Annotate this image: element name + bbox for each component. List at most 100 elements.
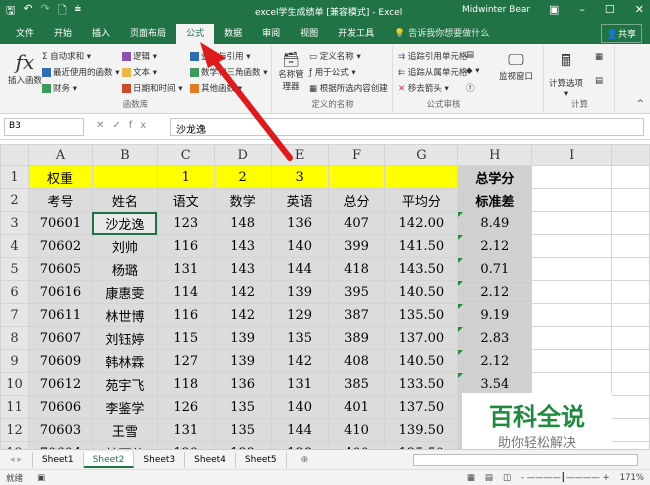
cell[interactable]: 401: [327, 395, 386, 419]
row-header[interactable]: 6: [0, 280, 29, 304]
cell[interactable]: [611, 349, 650, 373]
cell[interactable]: 116: [156, 303, 215, 327]
cell[interactable]: 140: [270, 395, 329, 419]
cell[interactable]: 杨璐: [91, 257, 158, 281]
cell[interactable]: 131: [156, 418, 215, 442]
row-header[interactable]: 3: [0, 211, 29, 235]
row-header[interactable]: 9: [0, 349, 29, 373]
cell[interactable]: [611, 372, 650, 396]
cell[interactable]: 118: [156, 372, 215, 396]
cell[interactable]: 143: [213, 234, 272, 258]
calculate-sheet-icon[interactable]: ▤: [595, 76, 603, 86]
cell[interactable]: [531, 326, 613, 350]
cell[interactable]: 1: [156, 165, 215, 189]
cell[interactable]: 70616: [27, 280, 93, 304]
cell[interactable]: 116: [156, 234, 215, 258]
cell[interactable]: 康惠雯: [91, 280, 158, 304]
tab-view[interactable]: 视图: [290, 24, 328, 44]
autosum-button[interactable]: Σ 自动求和 ▾: [42, 50, 91, 62]
cell[interactable]: [611, 441, 650, 449]
row-header[interactable]: 5: [0, 257, 29, 281]
save-icon[interactable]: 🖫: [6, 2, 15, 21]
cell[interactable]: 135: [270, 326, 329, 350]
cell[interactable]: [611, 257, 650, 281]
zoom-slider[interactable]: - ————┃———— +: [521, 473, 610, 483]
cell[interactable]: [531, 188, 613, 212]
cell[interactable]: 133.50: [384, 372, 459, 396]
cell[interactable]: [611, 280, 650, 304]
cell[interactable]: 143: [213, 257, 272, 281]
use-in-formula-button[interactable]: ƒ 用于公式 ▾: [309, 66, 356, 78]
close-icon[interactable]: ✕: [635, 3, 644, 16]
remove-arrows-button[interactable]: ✕ 移去箭头 ▾: [398, 82, 449, 94]
cell[interactable]: [531, 165, 613, 189]
cell[interactable]: [531, 280, 613, 304]
cell[interactable]: 135: [213, 418, 272, 442]
trace-precedents-button[interactable]: ⇉ 追踪引用单元格: [398, 50, 467, 62]
collapse-ribbon-icon[interactable]: ^: [637, 99, 644, 109]
cell[interactable]: [531, 234, 613, 258]
name-box[interactable]: B3: [4, 118, 84, 136]
page-layout-view-icon[interactable]: ▤: [485, 473, 493, 483]
cell[interactable]: 139: [213, 326, 272, 350]
cell[interactable]: [611, 395, 650, 419]
cell[interactable]: 389: [327, 326, 386, 350]
fx-icon[interactable]: fx: [129, 120, 154, 131]
cell[interactable]: [531, 349, 613, 373]
date-time-button[interactable]: 日期和时间 ▾: [122, 82, 182, 94]
customize-icon[interactable]: ⩧: [75, 2, 81, 21]
cell[interactable]: 70604: [27, 441, 93, 449]
cell[interactable]: 385: [327, 372, 386, 396]
cell[interactable]: 129: [270, 303, 329, 327]
cell[interactable]: [531, 211, 613, 235]
row-header[interactable]: 4: [0, 234, 29, 258]
cell[interactable]: 410: [327, 418, 386, 442]
calculate-now-icon[interactable]: ▦: [595, 52, 603, 62]
tab-formulas[interactable]: 公式: [176, 24, 215, 44]
cell[interactable]: [531, 303, 613, 327]
column-header[interactable]: C: [156, 144, 215, 166]
cell[interactable]: 129: [156, 441, 215, 449]
page-break-view-icon[interactable]: ◫: [503, 473, 511, 483]
cell[interactable]: 143.50: [384, 257, 459, 281]
column-header[interactable]: I: [531, 144, 613, 166]
sheet-tab[interactable]: Sheet4: [185, 451, 236, 468]
cell[interactable]: 137.50: [384, 395, 459, 419]
math-button[interactable]: 数学和三角函数 ▾: [190, 66, 267, 78]
undo-icon[interactable]: ↶: [23, 2, 32, 21]
cell[interactable]: 70611: [27, 303, 93, 327]
row-header[interactable]: 2: [0, 188, 29, 212]
cell[interactable]: 131: [270, 372, 329, 396]
cell[interactable]: 140.50: [384, 280, 459, 304]
cell[interactable]: 2.12: [457, 280, 533, 304]
cell[interactable]: 李鉴学: [91, 395, 158, 419]
cell[interactable]: 418: [327, 257, 386, 281]
cell[interactable]: 135: [213, 395, 272, 419]
cell[interactable]: 标准差: [457, 188, 533, 212]
cell[interactable]: [611, 165, 650, 189]
cell[interactable]: 387: [327, 303, 386, 327]
add-sheet-icon[interactable]: ⊕: [287, 455, 323, 465]
redo-icon[interactable]: ↷: [41, 2, 50, 21]
row-header[interactable]: 13: [0, 441, 29, 449]
cell[interactable]: 3: [270, 165, 329, 189]
cell[interactable]: 0.71: [457, 257, 533, 281]
cell[interactable]: 142.00: [384, 211, 459, 235]
recent-functions-button[interactable]: 最近使用的函数 ▾: [42, 66, 119, 78]
column-header[interactable]: A: [27, 144, 93, 166]
sheet-tab[interactable]: Sheet5: [236, 451, 287, 468]
cell[interactable]: [611, 418, 650, 442]
row-header[interactable]: 8: [0, 326, 29, 350]
cell[interactable]: 115: [156, 326, 215, 350]
cell[interactable]: 70605: [27, 257, 93, 281]
row-header[interactable]: 1: [0, 165, 29, 189]
cell[interactable]: 权重: [27, 165, 93, 189]
cell[interactable]: 135.50: [384, 303, 459, 327]
cell[interactable]: 姓名: [91, 188, 158, 212]
text-button[interactable]: 文本 ▾: [122, 66, 157, 78]
cell[interactable]: 韩雨萌: [91, 441, 158, 449]
cell[interactable]: 139: [270, 280, 329, 304]
cell[interactable]: 苑宇飞: [91, 372, 158, 396]
maximize-icon[interactable]: ☐: [605, 3, 615, 16]
cancel-icon[interactable]: ✕: [96, 120, 112, 131]
